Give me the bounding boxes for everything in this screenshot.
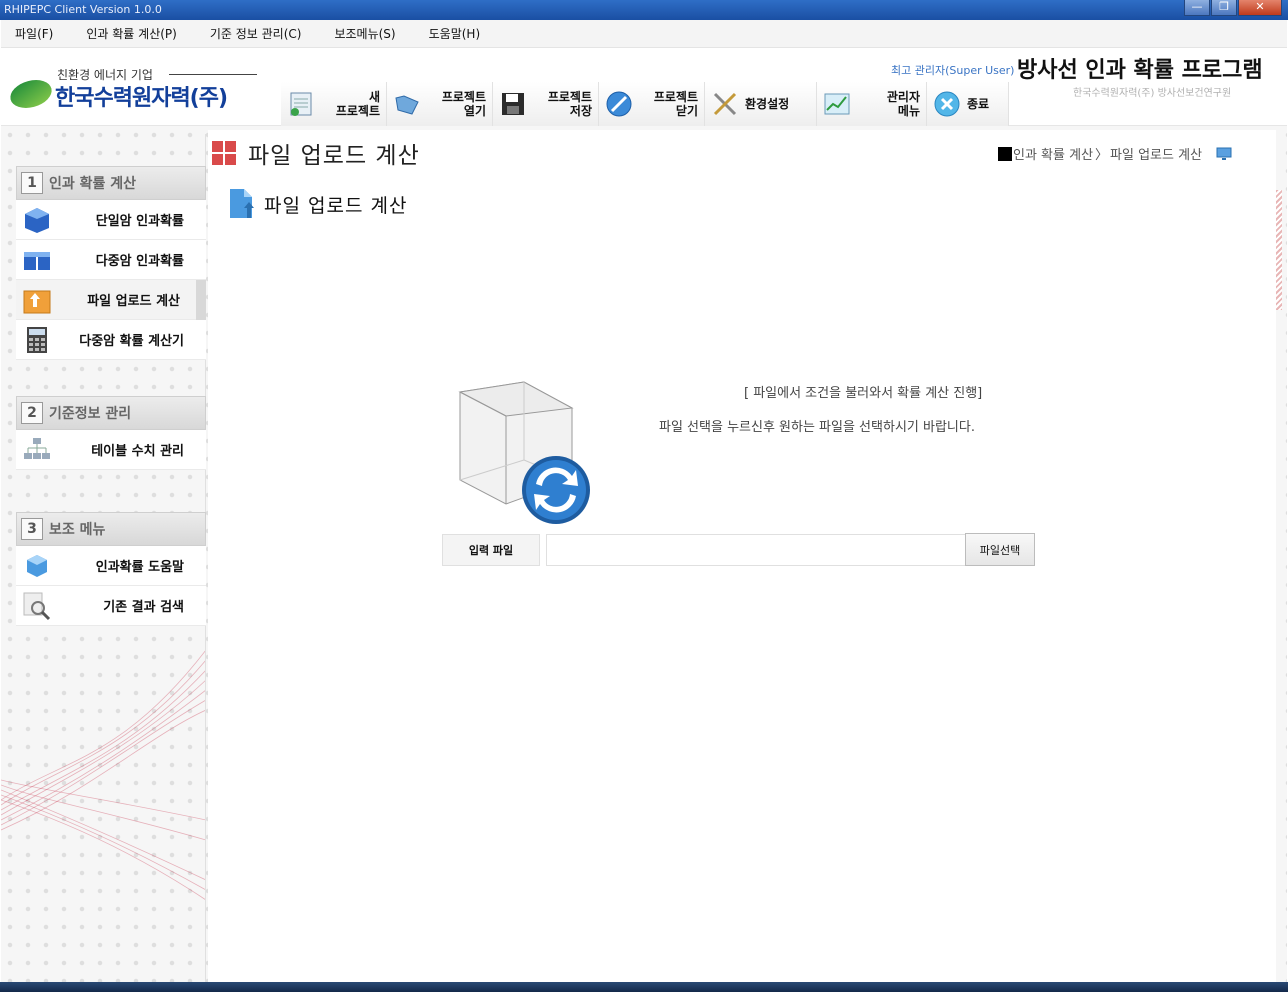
logo-divider (169, 74, 257, 75)
page-title: 파일 업로드 계산 (248, 143, 420, 169)
sidebar-item-label: 인과확률 도움말 (95, 560, 184, 575)
right-edge-decoration (1276, 190, 1282, 310)
main-content: 파일 업로드 계산 인과 확률 계산 〉 파일 업로드 계산 파일 업로드 계산 (208, 130, 1276, 982)
menu-reference[interactable]: 기준 정보 관리(C) (204, 23, 308, 44)
exit-label: 종료 (967, 97, 990, 111)
maximize-button[interactable]: ❐ (1211, 0, 1237, 16)
open-project-label: 프로젝트 열기 (441, 90, 486, 118)
close-project-button[interactable]: 프로젝트 닫기 (599, 82, 705, 126)
file-upload-icon (230, 189, 254, 218)
menu-file[interactable]: 파일(F) (9, 23, 59, 44)
section-header-probability: 1 인과 확률 계산 (16, 166, 206, 200)
decorative-waves (1, 649, 206, 901)
sidebar-item-label: 파일 업로드 계산 (87, 294, 180, 309)
section-header-aux: 3 보조 메뉴 (16, 512, 206, 546)
menu-aux[interactable]: 보조메뉴(S) (328, 23, 401, 44)
new-project-icon (287, 90, 315, 118)
search-magnifier-icon (22, 591, 52, 621)
admin-menu-label: 관리자 메뉴 (886, 90, 920, 118)
file-input-row: 입력 파일 파일선택 (442, 533, 1035, 566)
multi-cube-icon (22, 245, 52, 275)
sidebar-item-table-values[interactable]: 테이블 수치 관리 (16, 430, 206, 470)
save-project-label: 프로젝트 저장 (547, 90, 592, 118)
section-number: 2 (21, 402, 43, 424)
breadcrumb: 인과 확률 계산 〉 파일 업로드 계산 (998, 144, 1232, 163)
settings-button[interactable]: 환경설정 (705, 82, 817, 126)
section-title: 인과 확률 계산 (49, 176, 137, 192)
grid-icon (212, 141, 236, 165)
admin-menu-button[interactable]: 관리자 메뉴 (817, 82, 927, 126)
sidebar-item-help[interactable]: 인과확률 도움말 (16, 546, 206, 586)
app-subtitle: 한국수력원자력(주) 방사선보건연구원 (1073, 88, 1232, 99)
logo-mark-icon (5, 80, 57, 108)
sidebar-item-label: 기존 결과 검색 (103, 600, 184, 615)
section-number: 3 (21, 518, 43, 540)
table-tree-icon (22, 435, 52, 465)
sidebar-item-single-cancer[interactable]: 단일암 인과확률 (16, 200, 206, 240)
close-project-icon (605, 90, 633, 118)
admin-chart-icon (823, 90, 851, 118)
os-taskbar (0, 982, 1288, 992)
company-logo: 친환경 에너지 기업 한국수력원자력(주) (5, 66, 261, 116)
help-cube-icon (22, 551, 52, 581)
app-title: 방사선 인과 확률 프로그램 (1017, 58, 1263, 83)
exit-icon (933, 90, 961, 118)
window-title: RHIPEPC Client Version 1.0.0 (4, 3, 162, 16)
company-name: 한국수력원자력(주) (55, 86, 228, 111)
choose-file-button[interactable]: 파일선택 (965, 533, 1035, 566)
instruction-text: 파일 선택을 누르신후 원하는 파일을 선택하시기 바랍니다. (659, 420, 975, 435)
file-path-input[interactable] (546, 533, 966, 566)
current-user: 최고 관리자(Super User) (891, 64, 1015, 77)
breadcrumb-item[interactable]: 인과 확률 계산 (1013, 144, 1093, 163)
instruction-heading: [ 파일에서 조건을 불러와서 확률 계산 진행] (744, 386, 983, 401)
menu-probability[interactable]: 인과 확률 계산(P) (80, 23, 182, 44)
sidebar: 1 인과 확률 계산 단일암 인과확률 다중암 인과확률 파일 업로드 계산 다… (16, 166, 206, 626)
sidebar-item-file-upload[interactable]: 파일 업로드 계산 (16, 280, 206, 320)
sidebar-item-label: 단일암 인과확률 (95, 214, 184, 229)
refresh-icon (522, 456, 590, 524)
open-project-icon (393, 90, 421, 118)
page-header: 파일 업로드 계산 (212, 136, 420, 170)
toolbar: 새 프로젝트 프로젝트 열기 프로젝트 저장 프로젝트 닫기 환경설정 관리자 … (281, 82, 1009, 126)
section-number: 1 (21, 172, 43, 194)
section-title: 보조 메뉴 (49, 522, 106, 538)
exit-button[interactable]: 종료 (927, 82, 1009, 126)
section-header: 파일 업로드 계산 (228, 188, 407, 220)
close-project-label: 프로젝트 닫기 (653, 90, 698, 118)
sidebar-item-calculator[interactable]: 다중암 확률 계산기 (16, 320, 206, 360)
cube-refresh-illustration (458, 381, 590, 524)
menu-bar: 파일(F) 인과 확률 계산(P) 기준 정보 관리(C) 보조메뉴(S) 도움… (1, 20, 1287, 48)
open-project-button[interactable]: 프로젝트 열기 (387, 82, 493, 126)
window-controls: — ❐ ✕ (1183, 0, 1282, 18)
window-titlebar: RHIPEPC Client Version 1.0.0 — ❐ ✕ (0, 0, 1288, 20)
section-title: 파일 업로드 계산 (264, 194, 408, 217)
sidebar-item-label: 다중암 확률 계산기 (79, 334, 184, 349)
section-header-reference: 2 기준정보 관리 (16, 396, 206, 430)
breadcrumb-marker-icon (998, 146, 1012, 161)
breadcrumb-item: 파일 업로드 계산 (1110, 148, 1203, 163)
section-title: 기준정보 관리 (49, 406, 132, 422)
app-header: 친환경 에너지 기업 한국수력원자력(주) 새 프로젝트 프로젝트 열기 프로젝… (1, 48, 1287, 126)
settings-icon (711, 90, 739, 118)
sidebar-item-label: 다중암 인과확률 (95, 254, 184, 269)
settings-label: 환경설정 (745, 97, 790, 111)
new-project-label: 새 프로젝트 (335, 90, 380, 118)
input-file-label: 입력 파일 (442, 533, 540, 566)
upload-box-icon (22, 285, 52, 315)
monitor-icon (1216, 147, 1232, 160)
sidebar-item-label: 테이블 수치 관리 (91, 444, 184, 459)
sidebar-item-multi-cancer[interactable]: 다중암 인과확률 (16, 240, 206, 280)
minimize-button[interactable]: — (1184, 0, 1210, 16)
calculator-icon (22, 325, 52, 355)
single-cube-icon (22, 205, 52, 235)
breadcrumb-separator-icon: 〉 (1095, 148, 1109, 163)
save-icon (499, 90, 527, 118)
new-project-button[interactable]: 새 프로젝트 (281, 82, 387, 126)
menu-help[interactable]: 도움말(H) (423, 23, 487, 44)
save-project-button[interactable]: 프로젝트 저장 (493, 82, 599, 126)
close-window-button[interactable]: ✕ (1238, 0, 1282, 16)
sidebar-item-search[interactable]: 기존 결과 검색 (16, 586, 206, 626)
